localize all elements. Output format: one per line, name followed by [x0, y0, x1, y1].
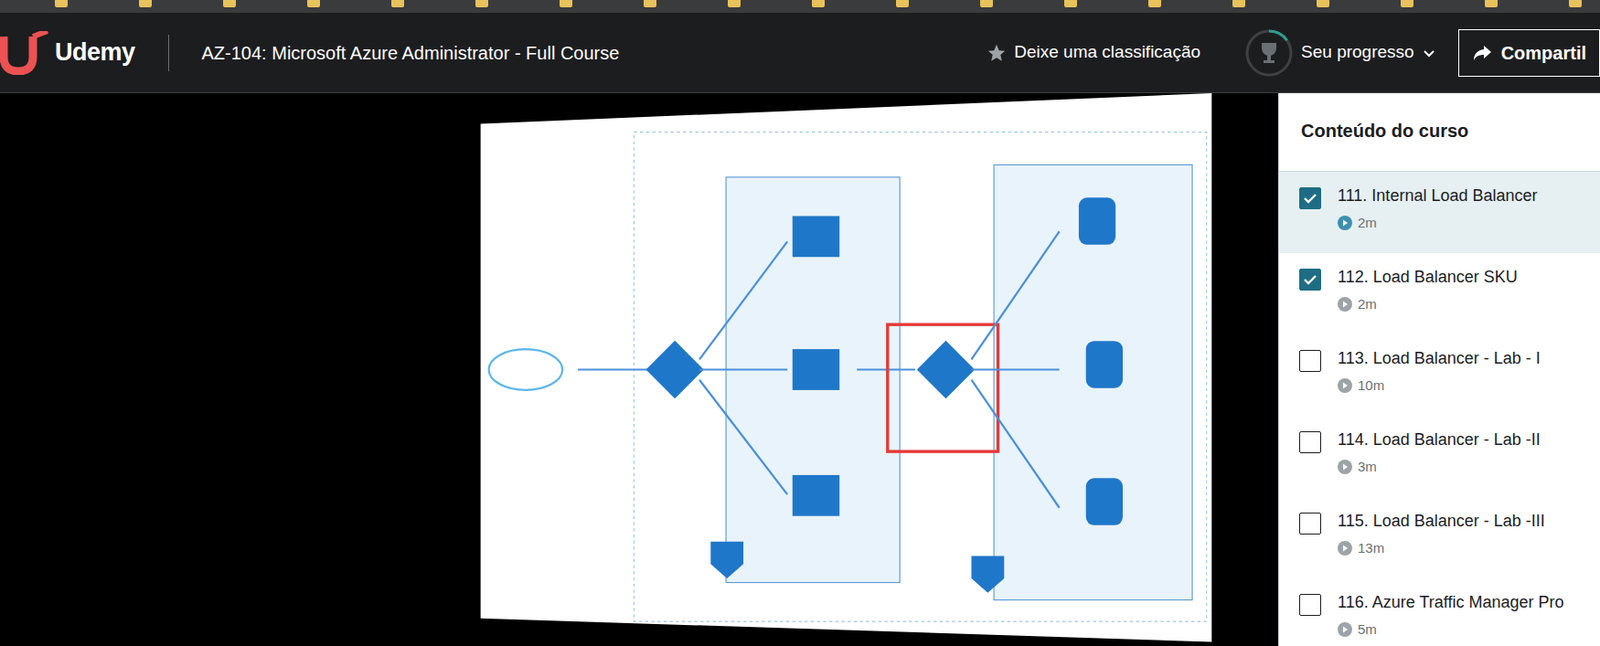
lecture-duration: 5m: [1337, 619, 1564, 641]
lecture-checkbox[interactable]: [1299, 350, 1322, 373]
folder-icon[interactable]: [1484, 0, 1498, 8]
lecture-title[interactable]: 111. Internal Load Balancer: [1337, 184, 1538, 208]
folder-icon[interactable]: [54, 0, 68, 8]
chevron-down-icon: [1421, 45, 1437, 61]
lecture-info: 114. Load Balancer - Lab -II 3m: [1337, 428, 1541, 489]
duration-text: 10m: [1357, 375, 1385, 397]
progress-ring: [1244, 28, 1294, 78]
folder-icon[interactable]: [307, 0, 320, 8]
duration-text: 2m: [1357, 213, 1377, 235]
check-icon: [1302, 272, 1318, 288]
lecture-checkbox[interactable]: [1299, 431, 1322, 454]
course-content-panel: Conteúdo do curso 111. Internal Load Bal…: [1278, 93, 1600, 646]
lecture-item[interactable]: 115. Load Balancer - Lab -III 13m: [1279, 497, 1600, 579]
play-icon: [1337, 541, 1353, 556]
lecture-checkbox[interactable]: [1299, 268, 1322, 291]
folder-icon[interactable]: [223, 0, 236, 8]
folder-icon[interactable]: [1148, 0, 1162, 8]
folder-icon[interactable]: [1232, 0, 1246, 8]
lecture-title[interactable]: 112. Load Balancer SKU: [1337, 266, 1518, 289]
bookmarks-bar: [0, 0, 1600, 13]
folder-icon[interactable]: [138, 0, 152, 8]
lecture-item[interactable]: 114. Load Balancer - Lab -II 3m: [1279, 416, 1600, 498]
duration-text: 2m: [1357, 294, 1377, 316]
folder-icon[interactable]: [643, 0, 657, 8]
slide-frame: [0, 93, 1279, 646]
lecture-duration: 2m: [1337, 213, 1538, 235]
progress-label: Seu progresso: [1301, 39, 1415, 66]
lecture-info: 112. Load Balancer SKU 2m: [1337, 266, 1518, 326]
lecture-info: 115. Load Balancer - Lab -III 13m: [1337, 510, 1546, 570]
play-icon: [1337, 297, 1353, 312]
lecture-info: 113. Load Balancer - Lab - I 10m: [1337, 347, 1541, 407]
course-title[interactable]: AZ-104: Microsoft Azure Administrator - …: [202, 39, 620, 67]
udemy-logo-icon: [0, 31, 50, 75]
share-button[interactable]: Compartil: [1458, 29, 1600, 77]
panel-title: Conteúdo do curso: [1279, 93, 1600, 172]
folder-icon[interactable]: [811, 0, 825, 8]
folder-icon[interactable]: [727, 0, 741, 8]
lecture-checkbox[interactable]: [1299, 512, 1322, 535]
lecture-duration: 13m: [1337, 538, 1546, 560]
logo-text: Udemy: [54, 33, 136, 72]
share-icon: [1472, 43, 1493, 63]
header-divider: [168, 34, 170, 72]
lecture-title[interactable]: 113. Load Balancer - Lab - I: [1337, 347, 1541, 371]
star-icon: [986, 42, 1007, 64]
check-icon: [1302, 191, 1318, 206]
duration-text: 3m: [1357, 457, 1377, 479]
folder-icon[interactable]: [980, 0, 993, 8]
lecture-info: 116. Azure Traffic Manager Pro 5m: [1337, 591, 1564, 646]
share-text: Compartil: [1501, 39, 1587, 67]
play-icon: [1337, 622, 1353, 638]
folder-icon[interactable]: [1568, 0, 1582, 8]
lecture-checkbox[interactable]: [1299, 187, 1322, 210]
lecture-title[interactable]: 116. Azure Traffic Manager Pro: [1337, 591, 1564, 615]
lecture-item[interactable]: 113. Load Balancer - Lab - I 10m: [1279, 334, 1600, 416]
folder-icon[interactable]: [1064, 0, 1078, 8]
lecture-title[interactable]: 115. Load Balancer - Lab -III: [1337, 510, 1546, 534]
rating-link[interactable]: Deixe uma classificação: [986, 39, 1201, 66]
folder-icon[interactable]: [1316, 0, 1330, 8]
folder-icon[interactable]: [391, 0, 405, 8]
duration-text: 13m: [1357, 538, 1385, 560]
progress-dropdown[interactable]: Seu progresso: [1244, 28, 1437, 78]
play-icon: [1337, 459, 1353, 475]
lecture-duration: 2m: [1337, 294, 1518, 316]
progress-arc: [1247, 31, 1291, 75]
folder-icon[interactable]: [896, 0, 909, 8]
lecture-duration: 3m: [1337, 457, 1541, 479]
lecture-item[interactable]: 112. Load Balancer SKU 2m: [1279, 253, 1600, 335]
folder-icon[interactable]: [475, 0, 489, 8]
lecture-item[interactable]: 111. Internal Load Balancer 2m: [1279, 171, 1600, 254]
trophy-icon: [1261, 42, 1277, 64]
play-icon: [1337, 378, 1353, 394]
lecture-item[interactable]: 116. Azure Traffic Manager Pro 5m: [1279, 578, 1600, 646]
duration-text: 5m: [1357, 619, 1377, 641]
lecture-info: 111. Internal Load Balancer 2m: [1337, 184, 1538, 245]
play-icon: [1337, 215, 1353, 231]
lecture-title[interactable]: 114. Load Balancer - Lab -II: [1337, 428, 1541, 452]
lecture-checkbox[interactable]: [1299, 594, 1322, 617]
folder-icon[interactable]: [559, 0, 573, 8]
course-header: Udemy AZ-104: Microsoft Azure Administra…: [0, 12, 1600, 94]
lecture-duration: 10m: [1337, 375, 1541, 397]
udemy-logo[interactable]: Udemy: [0, 31, 136, 75]
video-player[interactable]: [0, 93, 1279, 646]
folder-icon[interactable]: [1400, 0, 1414, 8]
rating-text: Deixe uma classificação: [1013, 39, 1201, 66]
